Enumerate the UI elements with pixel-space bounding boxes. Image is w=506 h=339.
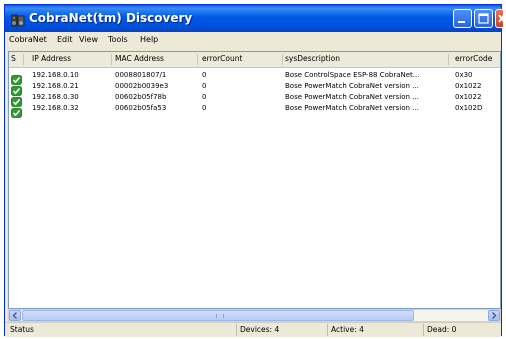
ip-cell: 192.168.0.30 [32, 93, 79, 101]
menu-cobranet[interactable]: CobraNet [9, 35, 47, 44]
maximize-icon [478, 13, 489, 24]
checkmark-icon [11, 92, 22, 107]
column-header-mac-address[interactable]: MAC Address [115, 54, 164, 63]
dead-count: Dead: 0 [423, 324, 499, 336]
column-divider[interactable] [448, 54, 449, 65]
checkmark-icon [11, 103, 22, 118]
error-code-cell: 0x102D [455, 104, 483, 112]
sys-description-cell: Bose ControlSpace ESP-88 CobraNet... [285, 71, 420, 79]
mac-cell: 00602b05fa53 [115, 104, 167, 112]
menu-tools[interactable]: Tools [108, 35, 128, 44]
minimize-icon [458, 21, 465, 23]
ip-cell: 192.168.0.10 [32, 71, 79, 79]
menu-bar: CobraNet Edit View Tools Help [5, 32, 501, 51]
error-count-cell: 0 [202, 82, 207, 90]
window-title: CobraNet(tm) Discovery [29, 11, 193, 25]
menu-view[interactable]: View [79, 35, 98, 44]
table-row[interactable]: 192.168.0.30 00602b05f78b 0 Bose PowerMa… [9, 92, 500, 107]
table-row[interactable]: 192.168.0.32 00602b05fa53 0 Bose PowerMa… [9, 103, 500, 118]
arrow-right-icon [491, 311, 497, 320]
device-list[interactable]: S IP Address MAC Address errorCount sysD… [8, 51, 501, 309]
sys-description-cell: Bose PowerMatch CobraNet version ... [285, 93, 419, 101]
error-count-cell: 0 [202, 104, 207, 112]
sys-description-cell: Bose PowerMatch CobraNet version ... [285, 104, 419, 112]
arrow-left-icon [12, 311, 18, 320]
minimize-button[interactable] [453, 9, 472, 28]
column-header-ip-address[interactable]: IP Address [32, 54, 71, 63]
grip-icon [216, 314, 224, 318]
menu-edit[interactable]: Edit [57, 35, 73, 44]
maximize-button[interactable] [474, 9, 493, 28]
column-header-error-count[interactable]: errorCount [202, 54, 242, 63]
mac-cell: 00602b05f78b [115, 93, 167, 101]
close-icon [498, 14, 503, 23]
main-window: CobraNet(tm) Discovery CobraNet Edit Vie… [4, 4, 503, 337]
scroll-left-button[interactable] [9, 310, 21, 321]
speaker-icon [10, 12, 25, 27]
column-header-error-code[interactable]: errorCode [455, 54, 492, 63]
ip-cell: 192.168.0.32 [32, 104, 79, 112]
error-code-cell: 0x1022 [455, 82, 482, 90]
sys-description-cell: Bose PowerMatch CobraNet version ... [285, 82, 419, 90]
column-divider[interactable] [197, 54, 198, 65]
devices-count: Devices: 4 [236, 324, 328, 336]
menu-help[interactable]: Help [140, 35, 158, 44]
error-code-cell: 0x30 [455, 71, 473, 79]
scroll-right-button[interactable] [488, 310, 500, 321]
close-button[interactable] [495, 9, 503, 28]
column-divider[interactable] [282, 54, 283, 65]
error-count-cell: 0 [202, 71, 207, 79]
status-bar: Status Devices: 4 Active: 4 Dead: 0 [5, 322, 501, 337]
checkmark-icon [11, 81, 22, 96]
mac-cell: 00002b0039e3 [115, 82, 169, 90]
list-header: S IP Address MAC Address errorCount sysD… [9, 52, 500, 68]
checkmark-icon [11, 70, 22, 85]
column-header-sys-description[interactable]: sysDescription [285, 54, 340, 63]
column-header-status[interactable]: S [11, 54, 16, 63]
active-count: Active: 4 [327, 324, 423, 336]
mac-cell: 0008801807/1 [115, 71, 167, 79]
column-divider[interactable] [23, 54, 24, 65]
ip-cell: 192.168.0.21 [32, 82, 79, 90]
error-count-cell: 0 [202, 93, 207, 101]
column-divider[interactable] [111, 54, 112, 65]
horizontal-scrollbar[interactable] [8, 309, 501, 322]
error-code-cell: 0x1022 [455, 93, 482, 101]
scrollbar-thumb[interactable] [22, 310, 414, 321]
table-row[interactable]: 192.168.0.21 00002b0039e3 0 Bose PowerMa… [9, 81, 500, 96]
table-row[interactable]: 192.168.0.10 0008801807/1 0 Bose Control… [9, 70, 500, 85]
title-bar[interactable]: CobraNet(tm) Discovery [5, 5, 503, 32]
status-text: Status [10, 325, 34, 334]
